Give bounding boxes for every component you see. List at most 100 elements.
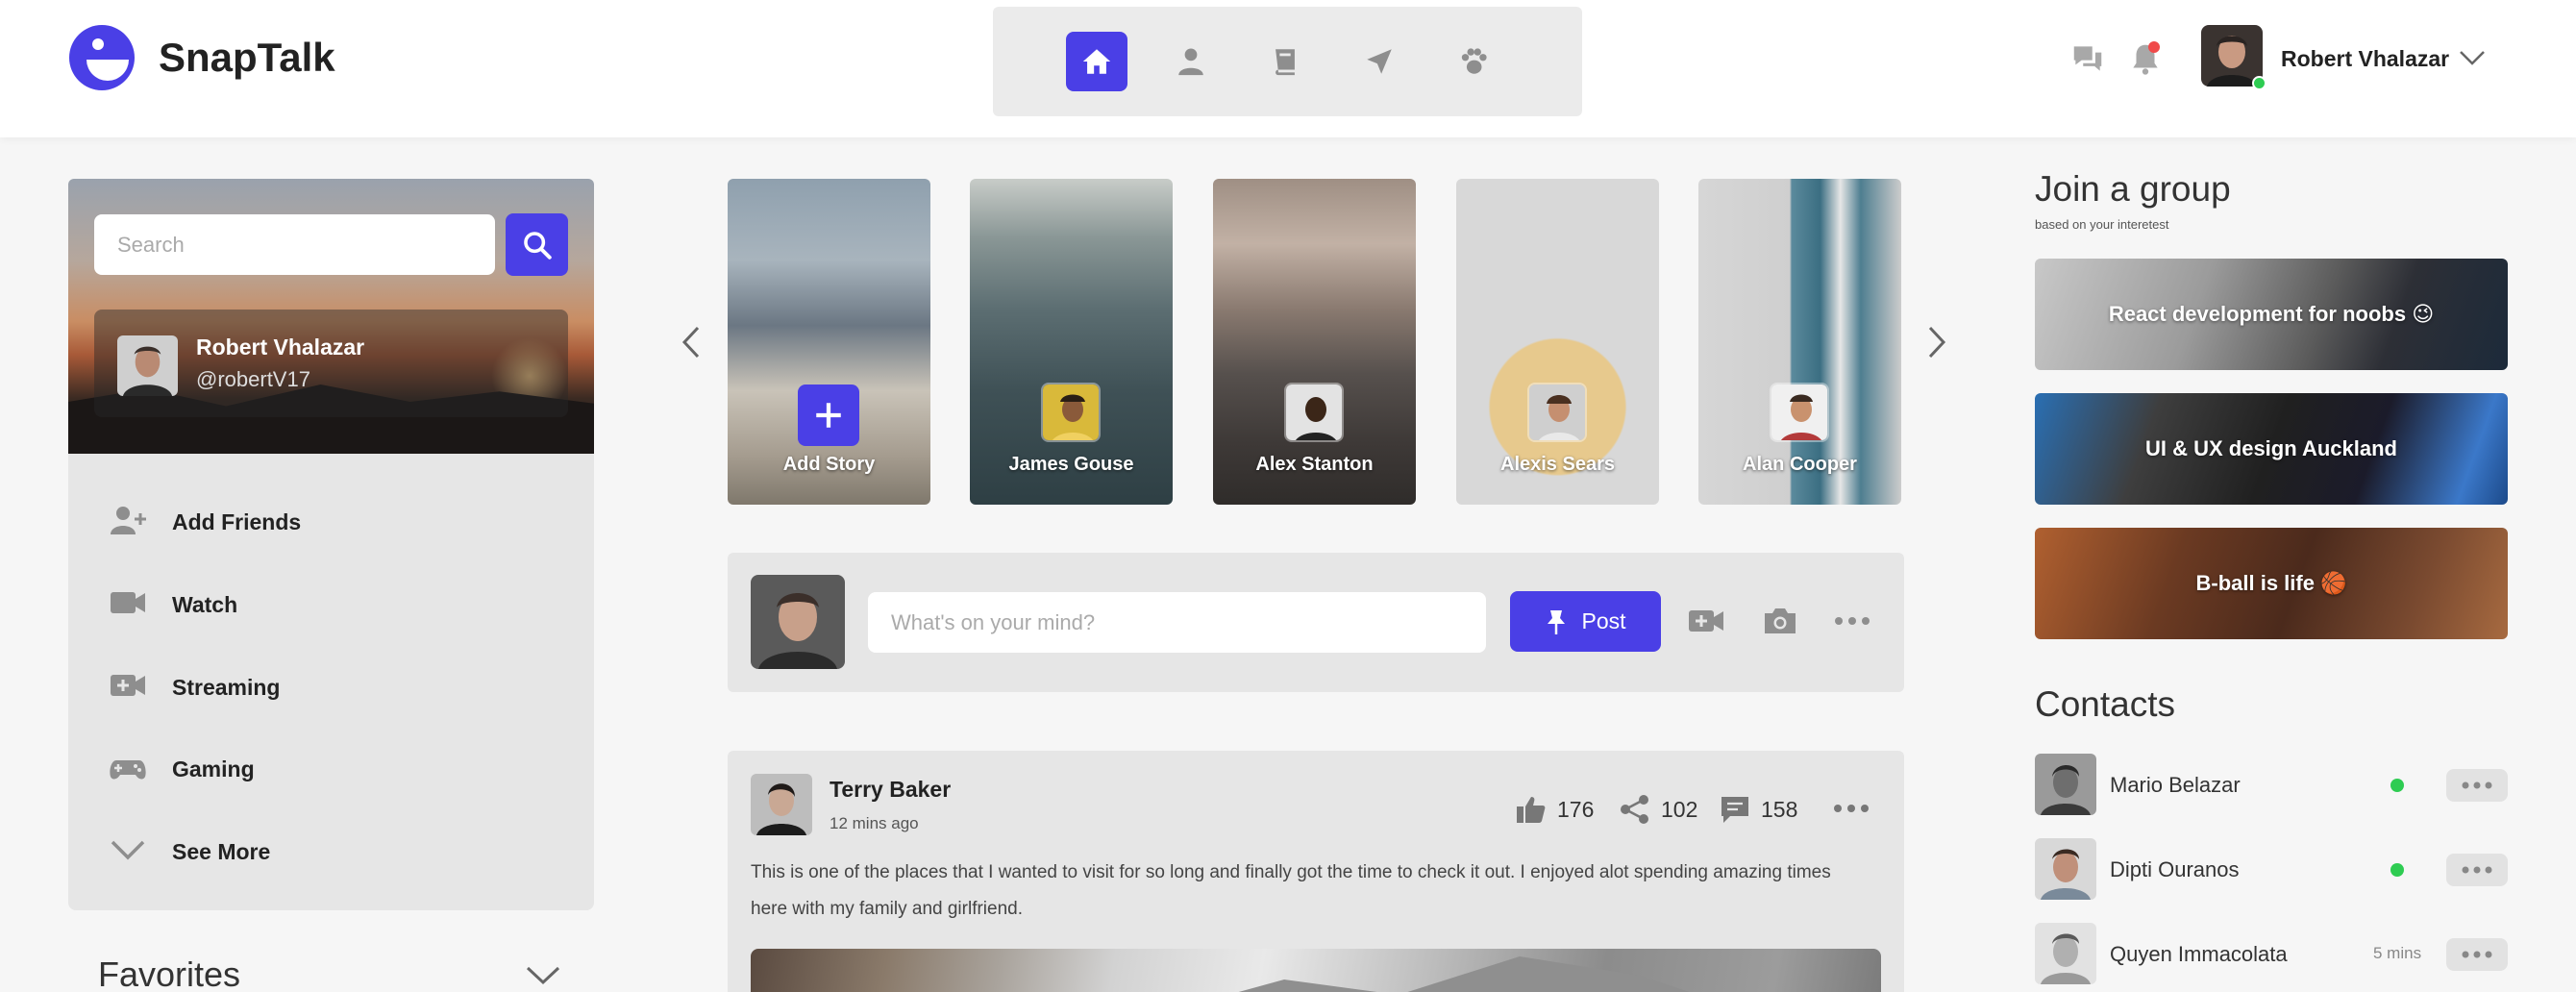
camera-icon[interactable] (1761, 604, 1799, 638)
contact-name: Quyen Immacolata (2110, 942, 2288, 966)
contact-item[interactable]: Quyen Immacolata 5 mins (2035, 923, 2508, 984)
profile-name: Robert Vhalazar (196, 335, 365, 360)
notification-badge (2148, 41, 2160, 53)
messages-icon[interactable] (2069, 40, 2106, 77)
online-indicator (2252, 76, 2266, 90)
group-label: UI & UX design Auckland (2144, 436, 2397, 460)
feed-post: Terry Baker 12 mins ago 176 102 158 This… (728, 751, 1904, 992)
avatar (2035, 838, 2096, 900)
avatar (1041, 383, 1101, 442)
chevron-down-icon[interactable] (2458, 46, 2487, 69)
post-composer: Post (728, 553, 1904, 692)
share-count: 102 (1661, 796, 1698, 822)
story-card[interactable]: Alex Stanton (1213, 179, 1416, 505)
favorites-title[interactable]: Favorites (98, 955, 240, 992)
post-author[interactable]: Terry Baker (830, 777, 951, 803)
like-button[interactable]: 176 (1515, 792, 1594, 827)
main-nav (993, 7, 1582, 116)
share-icon (1621, 795, 1648, 824)
story-label: Alex Stanton (1255, 454, 1374, 475)
group-card-react[interactable]: React development for noobs 😉 (2035, 259, 2508, 370)
send-icon (1367, 49, 1392, 74)
contact-last-seen: 5 mins (2373, 944, 2422, 962)
gamepad-icon (110, 760, 146, 780)
story-label: Alexis Sears (1500, 454, 1615, 475)
sidebar-item-label: See More (172, 839, 271, 864)
comment-count: 158 (1761, 796, 1798, 822)
logo-icon[interactable] (69, 25, 135, 90)
post-button-label: Post (1581, 608, 1626, 633)
story-card[interactable]: James Gouse (970, 179, 1173, 505)
more-icon (2462, 781, 2492, 789)
contacts-title: Contacts (2035, 684, 2176, 724)
top-bar: SnapTalk Robert Vhalazar (0, 0, 2576, 137)
contact-more-button[interactable] (2446, 854, 2508, 886)
post-button[interactable]: Post (1510, 591, 1661, 652)
chevron-down-icon (111, 840, 145, 860)
more-icon (2462, 866, 2492, 874)
groups-subtitle: based on your interetest (2035, 217, 2169, 232)
online-indicator (2390, 863, 2404, 877)
sidebar-item-label: Watch (172, 592, 238, 617)
profile-icon (1178, 48, 1203, 76)
story-card[interactable]: Alan Cooper (1698, 179, 1901, 505)
paw-icon (1461, 48, 1487, 74)
search-button[interactable] (506, 213, 568, 276)
sidebar-item-streaming[interactable]: Streaming (68, 652, 594, 719)
app-name[interactable]: SnapTalk (159, 35, 335, 81)
sidebar-item-label: Streaming (172, 675, 281, 700)
thumbs-up-icon (1517, 797, 1546, 823)
nav-tab-profile[interactable] (1160, 32, 1222, 91)
story-card[interactable]: Alexis Sears (1456, 179, 1659, 505)
stories-next-button[interactable] (1924, 324, 1949, 360)
home-icon (1082, 49, 1111, 74)
like-count: 176 (1557, 796, 1595, 822)
online-indicator (2390, 779, 2404, 792)
post-input[interactable] (868, 592, 1486, 653)
group-card-uiux[interactable]: UI & UX design Auckland (2035, 393, 2508, 505)
nav-tab-paw[interactable] (1443, 32, 1504, 91)
story-label: James Gouse (1008, 454, 1134, 475)
video-plus-icon[interactable] (1687, 604, 1725, 638)
sidebar-item-label: Add Friends (172, 509, 302, 534)
comment-icon (1721, 797, 1748, 823)
stories-prev-button[interactable] (679, 324, 704, 360)
sidebar-item-add-friends[interactable]: Add Friends (68, 486, 594, 554)
contact-more-button[interactable] (2446, 769, 2508, 802)
header-user-name[interactable]: Robert Vhalazar (2281, 46, 2449, 72)
post-text: This is one of the places that I wanted … (751, 862, 1831, 919)
share-button[interactable]: 102 (1619, 792, 1697, 827)
post-time: 12 mins ago (830, 814, 919, 832)
chevron-down-icon[interactable] (524, 961, 562, 990)
contact-item[interactable]: Dipti Ouranos (2035, 838, 2508, 900)
group-label: React development for noobs 😉 (2108, 302, 2435, 326)
contact-item[interactable]: Mario Belazar (2035, 754, 2508, 815)
sidebar-item-gaming[interactable]: Gaming (68, 733, 594, 801)
sidebar-item-see-more[interactable]: See More (68, 816, 594, 883)
avatar (1770, 383, 1829, 442)
story-label: Alan Cooper (1743, 454, 1857, 475)
comment-button[interactable]: 158 (1719, 792, 1797, 827)
more-icon (2462, 951, 2492, 958)
story-card-add[interactable]: Add Story (728, 179, 930, 505)
more-icon[interactable] (1833, 604, 1871, 638)
nav-tab-home[interactable] (1066, 32, 1127, 91)
search-input[interactable] (94, 214, 495, 275)
profile-summary[interactable]: Robert Vhalazar @robertV17 (94, 310, 568, 417)
avatar (751, 575, 845, 669)
sidebar-item-watch[interactable]: Watch (68, 569, 594, 636)
more-icon[interactable] (1832, 799, 1870, 818)
video-plus-icon (111, 675, 145, 696)
post-image[interactable] (751, 949, 1881, 992)
search-icon (523, 231, 552, 260)
pin-icon (1548, 609, 1566, 634)
add-story-button[interactable] (798, 384, 859, 446)
nav-tab-book[interactable] (1254, 32, 1316, 91)
plus-icon (816, 403, 841, 428)
groups-title: Join a group (2035, 169, 2231, 209)
contact-more-button[interactable] (2446, 938, 2508, 971)
nav-tab-send[interactable] (1349, 32, 1410, 91)
avatar (1284, 383, 1344, 442)
group-card-bball[interactable]: B-ball is life 🏀 (2035, 528, 2508, 639)
avatar (117, 335, 178, 396)
